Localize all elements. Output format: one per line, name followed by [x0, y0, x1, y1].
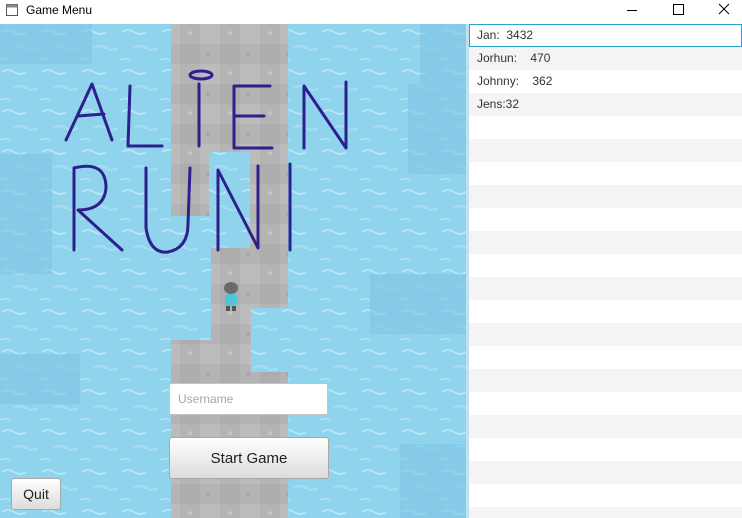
empty-row: [469, 346, 742, 369]
username-input[interactable]: [169, 383, 328, 415]
empty-row: [469, 461, 742, 484]
empty-row: [469, 139, 742, 162]
leaderboard-row[interactable]: Johnny: 362: [469, 70, 742, 93]
empty-row: [469, 369, 742, 392]
empty-row: [469, 277, 742, 300]
close-button[interactable]: [700, 0, 742, 22]
empty-row: [469, 162, 742, 185]
minimize-icon: [627, 10, 637, 11]
window-title: Game Menu: [26, 3, 93, 17]
start-game-button[interactable]: Start Game: [169, 437, 329, 479]
maximize-icon: [673, 4, 684, 15]
empty-row: [469, 484, 742, 507]
close-icon: [718, 3, 730, 15]
leaderboard-row[interactable]: Jan: 3432: [469, 24, 742, 47]
empty-row: [469, 185, 742, 208]
quit-button[interactable]: Quit: [11, 478, 61, 510]
game-view: Start Game Quit: [0, 24, 466, 518]
empty-row: [469, 300, 742, 323]
empty-row: [469, 116, 742, 139]
empty-row: [469, 254, 742, 277]
app-icon: [6, 4, 18, 16]
leaderboard-row[interactable]: Jorhun: 470: [469, 47, 742, 70]
empty-row: [469, 507, 742, 518]
maximize-button[interactable]: [654, 0, 700, 22]
empty-row: [469, 231, 742, 254]
leaderboard-list[interactable]: Jan: 3432 Jorhun: 470 Johnny: 362 Jens:3…: [469, 24, 742, 518]
title-bar: Game Menu: [0, 0, 742, 22]
empty-row: [469, 438, 742, 461]
empty-row: [469, 415, 742, 438]
empty-row: [469, 323, 742, 346]
empty-row: [469, 208, 742, 231]
empty-row: [469, 392, 742, 415]
minimize-button[interactable]: [604, 0, 650, 22]
leaderboard-row[interactable]: Jens:32: [469, 93, 742, 116]
